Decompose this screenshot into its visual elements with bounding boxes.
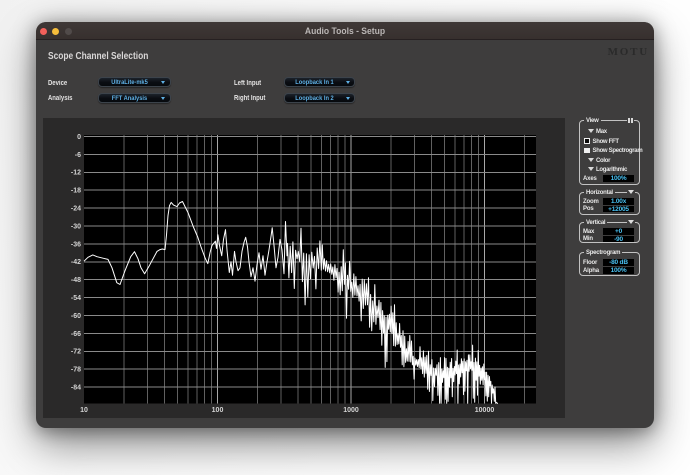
svg-text:10000: 10000 [475,407,495,414]
svg-text:-78: -78 [71,367,81,374]
svg-text:-66: -66 [71,331,81,338]
svg-text:-36: -36 [71,241,81,248]
svg-text:-6: -6 [75,152,81,159]
svg-text:100: 100 [212,407,224,414]
svg-text:-60: -60 [71,313,81,320]
svg-text:-48: -48 [71,277,81,284]
svg-text:-24: -24 [71,206,81,213]
svg-text:-30: -30 [71,223,81,230]
svg-text:-12: -12 [71,170,81,177]
svg-text:0: 0 [77,134,81,141]
svg-text:-72: -72 [71,349,81,356]
svg-text:10: 10 [80,407,88,414]
svg-text:1000: 1000 [343,407,359,414]
svg-text:-42: -42 [71,259,81,266]
svg-text:-54: -54 [71,295,81,302]
svg-text:-18: -18 [71,188,81,195]
svg-text:-84: -84 [71,385,81,392]
